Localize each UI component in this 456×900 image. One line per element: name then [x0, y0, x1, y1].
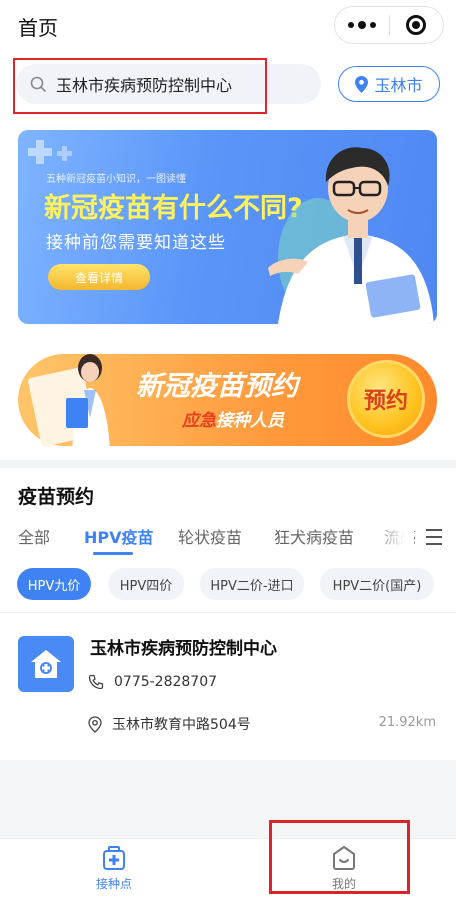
booking-subline: 应急接种人员 — [182, 406, 284, 431]
hpv-type-filters: HPV九价 HPV四价 HPV二价-进口 HPV二价(国产) — [0, 568, 456, 602]
map-pin-icon — [88, 715, 102, 733]
nurse-illustration — [28, 354, 110, 452]
close-miniprogram-button[interactable] — [389, 15, 443, 35]
vaccine-info-banner[interactable]: 五种新冠疫苗小知识，一图读懂 新冠疫苗有什么不同? 接种前您需要知道这些 查看详… — [18, 130, 437, 324]
more-dot-icon — [369, 22, 376, 28]
vaccine-category-tabs: 全部 HPV疫苗 轮状疫苗 狂犬病疫苗 流感 — [0, 518, 456, 555]
target-icon — [406, 15, 427, 35]
clinic-phone-row[interactable]: 0775-2828707 — [88, 674, 217, 690]
city-label: 玉林市 — [374, 76, 423, 95]
booking-subline-rest: 接种人员 — [216, 411, 284, 431]
search-highlight-box — [13, 58, 267, 114]
mine-highlight-box — [269, 820, 410, 894]
tabs-fade-overlay — [370, 518, 414, 554]
tab-rabies[interactable]: 狂犬病疫苗 — [274, 524, 354, 548]
city-selector-button[interactable]: 玉林市 — [338, 66, 440, 102]
tabbar-label-clinics: 接种点 — [95, 877, 132, 891]
book-badge-button[interactable]: 预约 — [347, 360, 425, 438]
active-tab-indicator — [93, 552, 133, 555]
chip-hpv9[interactable]: HPV九价 — [17, 568, 91, 600]
tab-rotavirus[interactable]: 轮状疫苗 — [178, 524, 242, 548]
tab-hpv[interactable]: HPV疫苗 — [84, 524, 154, 548]
medical-kit-icon — [103, 846, 125, 870]
page-title: 首页 — [18, 16, 58, 40]
doctor-illustration — [268, 147, 434, 324]
banner-caption: 五种新冠疫苗小知识，一图读懂 — [46, 174, 186, 185]
clinic-address-row[interactable]: 玉林市教育中路504号 — [88, 714, 251, 734]
filters-divider — [0, 612, 456, 613]
clinic-address: 玉林市教育中路504号 — [112, 717, 251, 733]
miniprogram-capsule — [334, 6, 444, 44]
top-nav-bar: 首页 — [0, 0, 456, 52]
section-title: 疫苗预约 — [18, 486, 95, 508]
more-dot-icon — [357, 21, 366, 29]
location-pin-icon — [355, 75, 369, 93]
phone-icon — [88, 674, 104, 690]
clinic-distance: 21.92km — [378, 715, 436, 730]
tabbar-item-clinics[interactable]: 接种点 — [64, 845, 164, 892]
section-divider — [0, 460, 456, 468]
booking-title: 新冠疫苗预约 — [136, 371, 298, 402]
clinic-icon — [18, 636, 74, 692]
search-row: 玉林市疾病预防控制中心 玉林市 — [0, 58, 456, 116]
view-details-button[interactable]: 查看详情 — [48, 264, 150, 290]
covid-booking-banner[interactable]: 新冠疫苗预约 应急接种人员 预约 — [18, 348, 437, 452]
chip-hpv2-domestic[interactable]: HPV二价(国产) — [320, 568, 434, 600]
more-dot-icon — [347, 22, 354, 28]
more-button[interactable] — [335, 21, 389, 29]
booking-subline-highlight: 应急 — [182, 411, 216, 431]
clinic-name: 玉林市疾病预防控制中心 — [90, 639, 277, 659]
chip-hpv2-imported[interactable]: HPV二价-进口 — [200, 568, 304, 600]
menu-icon[interactable] — [426, 529, 442, 550]
clinic-card[interactable]: 玉林市疾病预防控制中心 0775-2828707 玉林市教育中路504号 21.… — [0, 614, 456, 754]
clinic-phone: 0775-2828707 — [114, 674, 218, 690]
chip-hpv4[interactable]: HPV四价 — [108, 568, 184, 600]
banner-subline: 接种前您需要知道这些 — [46, 233, 226, 253]
tab-all[interactable]: 全部 — [18, 524, 50, 548]
